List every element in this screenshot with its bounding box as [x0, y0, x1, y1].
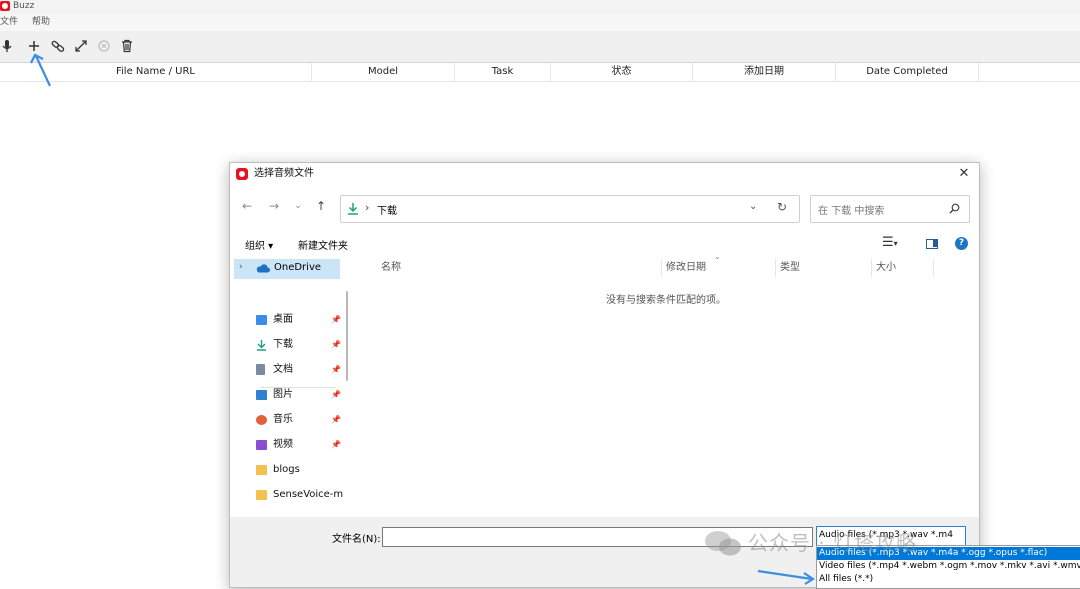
expand-icon: [75, 40, 87, 52]
sort-chevron-icon: ⌄: [714, 252, 721, 261]
back-arrow-icon[interactable]: ←: [238, 197, 256, 215]
menu-help[interactable]: 帮助: [32, 16, 50, 29]
file-dialog: 选择音频文件 ✕ ← → ⌄ ↑ › 下载 ⌄ ↻ 在 下载 中搜索 组织 ▾ …: [229, 162, 980, 588]
sidebar-scrollbar[interactable]: [346, 291, 348, 381]
record-button[interactable]: [0, 36, 17, 56]
menu-file[interactable]: 文件: [0, 16, 18, 29]
sidebar-item-label: 音乐: [273, 414, 293, 425]
toolbar: [0, 31, 1080, 63]
music-icon: [256, 415, 267, 425]
pin-icon: 📌: [331, 365, 341, 374]
dialog-app-icon: [236, 168, 248, 180]
file-list[interactable]: 名称 修改日期 ⌄ 类型 大小 没有与搜索条件匹配的项。: [353, 252, 979, 517]
title-bar: Buzz: [0, 0, 1080, 14]
dialog-title: 选择音频文件: [254, 168, 314, 179]
pin-icon: 📌: [331, 390, 341, 399]
column-task[interactable]: Task: [455, 63, 551, 81]
sidebar-item-desktop[interactable]: 桌面 📌: [256, 310, 346, 330]
pin-icon: 📌: [331, 340, 341, 349]
app-title: Buzz: [13, 1, 35, 11]
sidebar-item-label: blogs: [273, 464, 300, 475]
desktop-icon: [256, 315, 267, 325]
cancel-circle-icon: [98, 40, 110, 52]
picture-icon: [256, 390, 267, 400]
pin-icon: 📌: [331, 440, 341, 449]
option-all-files[interactable]: All files (*.*): [817, 573, 1080, 586]
search-icon: [949, 203, 960, 214]
preview-pane-icon[interactable]: [926, 239, 938, 249]
microphone-icon: [2, 40, 12, 52]
sidebar-item-music[interactable]: 音乐 📌: [256, 410, 346, 430]
pin-icon: 📌: [331, 315, 341, 324]
app-logo-icon: [0, 1, 10, 11]
up-arrow-icon[interactable]: ↑: [312, 197, 330, 215]
column-name[interactable]: 名称: [377, 259, 662, 277]
column-model[interactable]: Model: [312, 63, 455, 81]
delete-button[interactable]: [117, 36, 137, 56]
folder-icon: [256, 465, 267, 475]
filename-label: 文件名(N):: [332, 534, 381, 545]
table-header: File Name / URL Model Task 状态 添加日期 Date …: [0, 63, 1080, 82]
sidebar-item-pictures[interactable]: 图片 📌: [256, 385, 346, 405]
column-status[interactable]: 状态: [551, 63, 693, 81]
download-icon: [257, 340, 266, 351]
sidebar-item-label: 文档: [273, 364, 293, 375]
annotation-arrow: [757, 569, 816, 585]
watermark-text: 公众号 · 灯塔攻略: [748, 531, 918, 555]
view-options-icon[interactable]: ☰▾: [882, 235, 898, 250]
navigation-pane: › OneDrive 桌面 📌 下载 📌 文档 📌 图片 📌 音乐 📌 视频 📌…: [230, 255, 348, 517]
cloud-icon: [256, 264, 270, 273]
sidebar-item-label: 图片: [273, 389, 293, 400]
path-separator: ›: [365, 201, 370, 214]
folder-icon: [256, 490, 267, 500]
pin-icon: 📌: [331, 415, 341, 424]
column-modified[interactable]: 修改日期: [662, 259, 776, 277]
wechat-icon: [705, 531, 741, 556]
trash-icon: [122, 39, 132, 53]
search-placeholder: 在 下载 中搜索: [818, 206, 885, 217]
document-icon: [256, 364, 265, 375]
expand-chevron-icon[interactable]: ›: [239, 262, 243, 272]
column-date-added[interactable]: 添加日期: [693, 63, 836, 81]
column-date-completed[interactable]: Date Completed: [836, 63, 979, 81]
forward-arrow-icon[interactable]: →: [265, 197, 283, 215]
download-icon: [348, 203, 358, 215]
empty-message: 没有与搜索条件匹配的项。: [606, 295, 726, 306]
sidebar-item-documents[interactable]: 文档 📌: [256, 360, 346, 380]
sidebar-item-onedrive[interactable]: › OneDrive: [234, 259, 340, 279]
sidebar-item-label: OneDrive: [274, 262, 322, 273]
video-icon: [256, 440, 267, 450]
option-video-files[interactable]: Video files (*.mp4 *.webm *.ogm *.mov *.…: [817, 560, 1080, 573]
column-size[interactable]: 大小: [872, 259, 934, 277]
menu-bar: 文件 帮助: [0, 14, 1080, 31]
sidebar-item-label: SenseVoice-m: [273, 489, 344, 500]
organize-menu[interactable]: 组织 ▾: [245, 237, 273, 252]
open-transcript-button[interactable]: [71, 36, 91, 56]
sidebar-item-sensevoice[interactable]: SenseVoice-m: [256, 485, 346, 505]
recent-chevron-icon[interactable]: ⌄: [289, 197, 307, 215]
command-bar: 组织 ▾ 新建文件夹 ☰▾ ?: [230, 233, 979, 255]
close-icon[interactable]: ✕: [955, 165, 973, 183]
sidebar-item-blogs[interactable]: blogs: [256, 460, 346, 480]
annotation-arrow: [30, 53, 51, 87]
help-icon[interactable]: ?: [955, 237, 968, 250]
address-bar[interactable]: › 下载 ⌄ ↻: [340, 195, 800, 223]
address-dropdown-icon[interactable]: ⌄: [749, 201, 757, 212]
sidebar-item-downloads[interactable]: 下载 📌: [256, 335, 346, 355]
search-box[interactable]: 在 下载 中搜索: [810, 195, 970, 223]
sidebar-item-label: 下载: [273, 339, 293, 350]
sidebar-item-label: 视频: [273, 439, 293, 450]
sidebar-item-videos[interactable]: 视频 📌: [256, 435, 346, 455]
new-folder-button[interactable]: 新建文件夹: [298, 237, 348, 252]
sidebar-item-label: 桌面: [273, 314, 293, 325]
cancel-button[interactable]: [94, 36, 114, 56]
refresh-icon[interactable]: ↻: [777, 200, 787, 214]
column-type[interactable]: 类型: [776, 259, 872, 277]
address-path[interactable]: 下载: [377, 202, 397, 217]
